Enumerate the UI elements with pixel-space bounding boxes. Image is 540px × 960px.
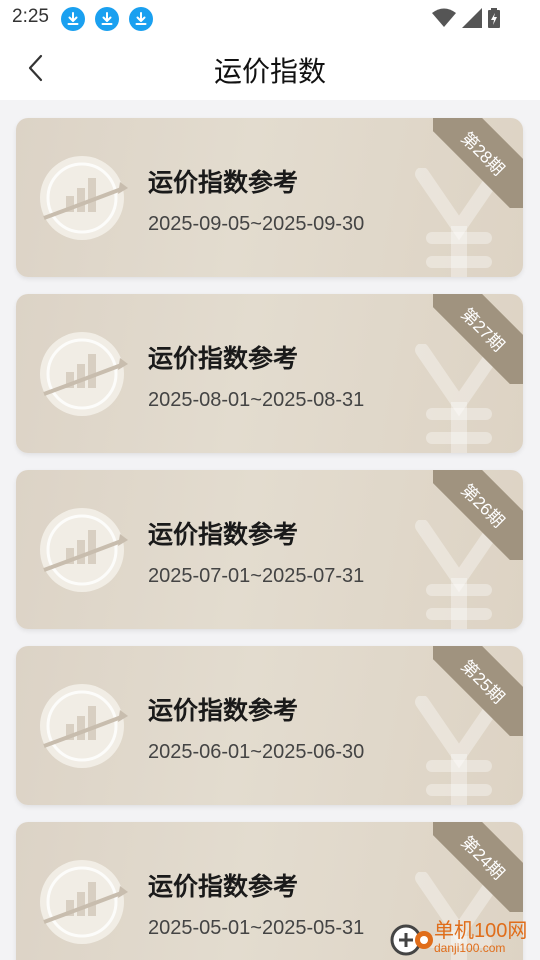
page-title: 运价指数 [213, 56, 326, 87]
watermark-logo: 单机100网 danji100.com [390, 916, 540, 960]
issue-ribbon: 第25期 [433, 646, 523, 736]
download-icon [61, 7, 85, 31]
issue-ribbon: 第24期 [433, 822, 523, 912]
card-title: 运价指数参考 [148, 873, 299, 901]
status-time: 2:25 [12, 6, 49, 27]
signal-icon [462, 8, 482, 28]
watermark-icon [390, 924, 433, 956]
issue-ribbon: 第26期 [433, 470, 523, 560]
issue-ribbon: 第28期 [433, 118, 523, 208]
card-date-range: 2025-05-01~2025-05-31 [148, 917, 365, 939]
download-icon [129, 7, 153, 31]
battery-icon [488, 8, 500, 28]
card-title: 运价指数参考 [148, 345, 299, 373]
card-title: 运价指数参考 [148, 521, 299, 549]
chart-coin-icon [40, 156, 128, 240]
index-card[interactable]: 第26期 运价指数参考 2025-07-01~2025-07-31 [16, 470, 523, 629]
system-icons [432, 8, 500, 28]
index-card[interactable]: 第25期 运价指数参考 2025-06-01~2025-06-30 [16, 646, 523, 805]
status-bar: 2:25 [0, 0, 540, 36]
chart-coin-icon [40, 860, 128, 944]
chart-coin-icon [40, 332, 128, 416]
chart-coin-icon [40, 508, 128, 592]
card-title: 运价指数参考 [148, 697, 299, 725]
card-date-range: 2025-08-01~2025-08-31 [148, 389, 365, 411]
card-date-range: 2025-06-01~2025-06-30 [148, 741, 365, 763]
wifi-icon [432, 8, 456, 27]
download-icon [95, 7, 119, 31]
card-date-range: 2025-09-05~2025-09-30 [148, 213, 365, 235]
card-title: 运价指数参考 [148, 169, 299, 197]
nav-bar: 运价指数 [0, 36, 540, 100]
watermark-text: 单机100网 [434, 920, 528, 942]
chart-coin-icon [40, 684, 128, 768]
index-card[interactable]: 第27期 运价指数参考 2025-08-01~2025-08-31 [16, 294, 523, 453]
notification-icons [61, 7, 153, 31]
card-date-range: 2025-07-01~2025-07-31 [148, 565, 365, 587]
index-card[interactable]: 第28期 运价指数参考 2025-09-05~2025-09-30 [16, 118, 523, 277]
watermark-sub: danji100.com [434, 941, 506, 955]
issue-ribbon: 第27期 [433, 294, 523, 384]
index-list: 第28期 运价指数参考 2025-09-05~2025-09-30 第27期 运… [16, 118, 523, 960]
